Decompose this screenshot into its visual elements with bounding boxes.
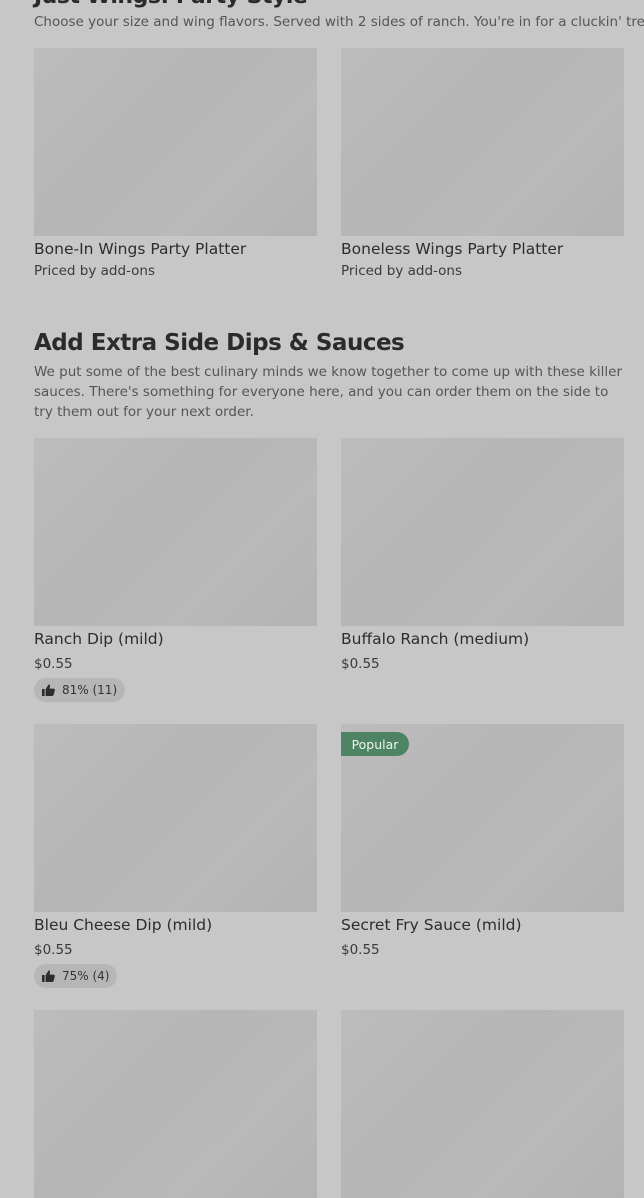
item-name: Buffalo Ranch (medium) bbox=[341, 630, 530, 648]
item-image bbox=[341, 48, 624, 236]
item-image bbox=[341, 1010, 624, 1198]
menu-item-card[interactable]: Bone-In Wings Party Platter Priced by ad… bbox=[34, 48, 317, 288]
item-name: Bone-In Wings Party Platter bbox=[34, 240, 247, 258]
rating-badge: 81% (11) bbox=[34, 678, 126, 702]
section-description: Choose your size and wing flavors. Serve… bbox=[34, 14, 644, 30]
menu-item-card[interactable] bbox=[341, 1010, 624, 1198]
section-party-wings: Just Wings: Party Style Choose your size… bbox=[34, 0, 644, 300]
thumbs-up-icon bbox=[42, 970, 55, 982]
rating-text: 75% (4) bbox=[62, 969, 110, 983]
menu-item-card[interactable]: Boneless Wings Party Platter Priced by a… bbox=[341, 48, 624, 288]
item-price: $0.55 bbox=[34, 656, 73, 672]
item-image bbox=[34, 1010, 317, 1198]
section-title: Add Extra Side Dips & Sauces bbox=[34, 330, 405, 356]
menu-item-card[interactable] bbox=[34, 1010, 317, 1198]
rating-badge: 75% (4) bbox=[34, 964, 118, 988]
item-image bbox=[34, 724, 317, 912]
item-image bbox=[34, 48, 317, 236]
menu-item-card[interactable]: Popular Secret Fry Sauce (mild) $0.55 bbox=[341, 724, 624, 994]
menu-item-card[interactable]: Bleu Cheese Dip (mild) $0.55 75% (4) bbox=[34, 724, 317, 994]
section-dips-sauces: Add Extra Side Dips & Sauces We put some… bbox=[34, 330, 624, 1198]
item-name: Boneless Wings Party Platter bbox=[341, 240, 564, 258]
thumbs-up-icon bbox=[42, 684, 55, 696]
item-image bbox=[341, 438, 624, 626]
item-name: Secret Fry Sauce (mild) bbox=[341, 916, 522, 934]
item-image bbox=[34, 438, 317, 626]
item-price: $0.55 bbox=[341, 942, 380, 958]
rating-text: 81% (11) bbox=[62, 683, 118, 697]
item-price: $0.55 bbox=[341, 656, 380, 672]
menu-item-card[interactable]: Ranch Dip (mild) $0.55 81% (11) bbox=[34, 438, 317, 708]
item-name: Bleu Cheese Dip (mild) bbox=[34, 916, 213, 934]
popular-badge: Popular bbox=[341, 732, 409, 756]
item-name: Ranch Dip (mild) bbox=[34, 630, 164, 648]
item-price: Priced by add-ons bbox=[341, 263, 463, 279]
section-description: We put some of the best culinary minds w… bbox=[34, 364, 623, 420]
item-price: $0.55 bbox=[34, 942, 73, 958]
menu-item-card[interactable]: Buffalo Ranch (medium) $0.55 bbox=[341, 438, 624, 708]
item-price: Priced by add-ons bbox=[34, 263, 156, 279]
section-title: Just Wings: Party Style bbox=[34, 0, 308, 9]
